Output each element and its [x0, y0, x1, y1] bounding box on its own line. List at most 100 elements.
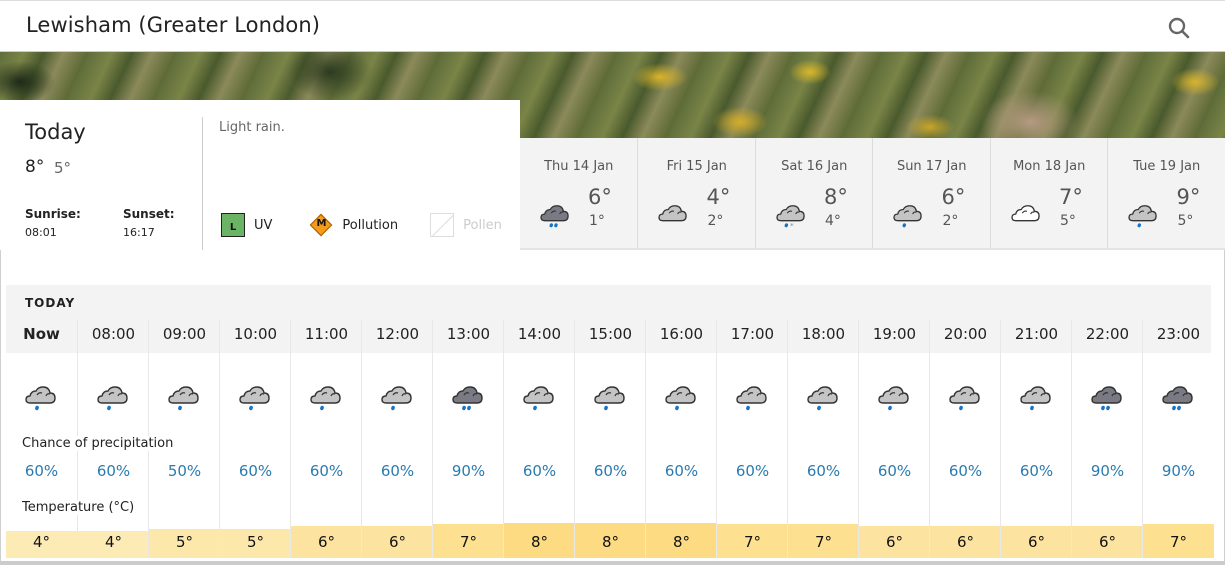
hour-temp: 7° [788, 524, 859, 558]
cloud-icon [657, 202, 689, 230]
hour-temp: 7° [1143, 524, 1214, 558]
hour-column[interactable]: 17:00 60% 7° [716, 320, 788, 558]
pollution-badge[interactable]: M [309, 213, 333, 237]
hour-temp: 5° [149, 529, 220, 558]
hour-time: 18:00 [801, 325, 846, 343]
hour-temp: 8° [646, 523, 717, 558]
sleet-icon: * [775, 202, 807, 230]
day-card[interactable]: Sat 16 Jan * 8° 4° [754, 138, 873, 248]
hour-column[interactable]: 11:00 60% 6° [290, 320, 362, 558]
hour-column[interactable]: 20:00 60% 6° [929, 320, 1001, 558]
today-title: Today [25, 120, 86, 144]
light-rain-icon [522, 383, 556, 413]
weather-summary: Light rain. [219, 120, 285, 135]
conditions-row: L UV M Pollution Pollen [221, 213, 502, 237]
precip-chance: 60% [664, 462, 699, 480]
day-name: Sun 17 Jan [896, 159, 967, 174]
precip-chance: 60% [24, 462, 59, 480]
hour-time: Now [23, 325, 60, 343]
precip-chance: 60% [735, 462, 770, 480]
hour-column[interactable]: 16:00 60% 8° [645, 320, 717, 558]
precip-chance: 60% [309, 462, 344, 480]
sunrise-label: Sunrise: [25, 207, 81, 221]
pollution-label[interactable]: Pollution [342, 218, 398, 233]
hour-time: 13:00 [446, 325, 491, 343]
light-rain-icon [24, 383, 58, 413]
day-card[interactable]: Mon 18 Jan 7° 5° [989, 138, 1108, 248]
day-high-temp: 6° [588, 185, 612, 209]
light-rain-icon [877, 383, 911, 413]
hour-column[interactable]: 10:00 60% 5° [219, 320, 291, 558]
precip-chance: 90% [451, 462, 486, 480]
hour-column[interactable]: 21:00 60% 6° [1000, 320, 1072, 558]
pollen-label: Pollen [463, 217, 502, 233]
hour-time: 08:00 [91, 325, 136, 343]
precip-chance: 60% [522, 462, 557, 480]
hour-temp: 6° [859, 526, 930, 558]
hour-time: 23:00 [1156, 325, 1201, 343]
pollen-badge [430, 213, 455, 237]
hour-column[interactable]: 22:00 90% 6° [1071, 320, 1143, 558]
hour-temp: 5° [220, 529, 291, 558]
divider [202, 117, 203, 250]
today-low-temp: 5° [54, 159, 72, 177]
hour-column[interactable]: 23:00 90% 7° [1142, 320, 1214, 558]
hour-column[interactable]: 15:00 60% 8° [574, 320, 646, 558]
svg-text:*: * [790, 221, 794, 230]
hour-temp: 6° [291, 526, 362, 558]
hour-temp: 7° [717, 524, 788, 558]
day-card[interactable]: Tue 19 Jan 9° 5° [1107, 138, 1225, 248]
light-rain-icon [593, 383, 627, 413]
hour-time: 20:00 [943, 325, 988, 343]
hour-time: 10:00 [233, 325, 278, 343]
day-card[interactable]: Sun 17 Jan 6° 2° [872, 138, 990, 248]
uv-badge[interactable]: L [221, 213, 245, 237]
uv-label[interactable]: UV [254, 218, 272, 233]
hour-column[interactable]: 12:00 60% 6° [361, 320, 433, 558]
precip-chance: 60% [238, 462, 273, 480]
hour-time: 16:00 [659, 325, 704, 343]
day-low-temp: 2° [707, 213, 724, 229]
light-rain-icon [238, 383, 272, 413]
day-card[interactable]: Fri 15 Jan 4° 2° [637, 138, 755, 248]
light-rain-icon [1127, 202, 1159, 230]
hour-time: 14:00 [517, 325, 562, 343]
day-name: Mon 18 Jan [1013, 159, 1086, 174]
hour-column[interactable]: 18:00 60% 7° [787, 320, 859, 558]
day-low-temp: 4° [824, 213, 841, 229]
hour-temp: 6° [930, 526, 1001, 558]
precip-chance: 60% [806, 462, 841, 480]
hour-column[interactable]: 19:00 60% 6° [858, 320, 930, 558]
day-high-temp: 7° [1058, 185, 1083, 209]
today-high-temp: 8° [25, 157, 45, 177]
light-rain-icon [664, 383, 698, 413]
white-cloud-icon [1010, 202, 1042, 230]
day-card[interactable]: Thu 14 Jan 6° 1° [520, 138, 638, 248]
bottom-scrollbar [0, 561, 1225, 565]
hour-time: 22:00 [1085, 325, 1130, 343]
hour-time: 19:00 [872, 325, 917, 343]
precip-chance: 60% [1019, 462, 1054, 480]
hour-temp: 4° [78, 531, 149, 558]
hour-column[interactable]: 14:00 60% 8° [503, 320, 575, 558]
day-high-temp: 8° [823, 185, 848, 209]
light-rain-icon [309, 383, 343, 413]
header: Lewisham (Greater London) [0, 0, 1225, 52]
hour-temp: 6° [1001, 526, 1072, 558]
heavy-rain-icon [1161, 383, 1195, 413]
day-low-temp: 5° [1059, 213, 1076, 229]
light-rain-icon [735, 383, 769, 413]
precip-chance: 60% [948, 462, 983, 480]
day-name: Fri 15 Jan [666, 159, 727, 174]
heavy-rain-icon [451, 383, 485, 413]
pollution-level: M [316, 218, 327, 229]
hour-temp: 4° [6, 531, 77, 558]
hour-column[interactable]: 13:00 90% 7° [432, 320, 504, 558]
light-rain-icon [948, 383, 982, 413]
precip-chance: 90% [1161, 462, 1196, 480]
search-button[interactable] [1166, 15, 1192, 41]
sunset-time: 16:17 [123, 226, 155, 239]
hour-time: 09:00 [162, 325, 207, 343]
precip-chance: 60% [380, 462, 415, 480]
precip-row-label: Chance of precipitation [22, 436, 178, 451]
